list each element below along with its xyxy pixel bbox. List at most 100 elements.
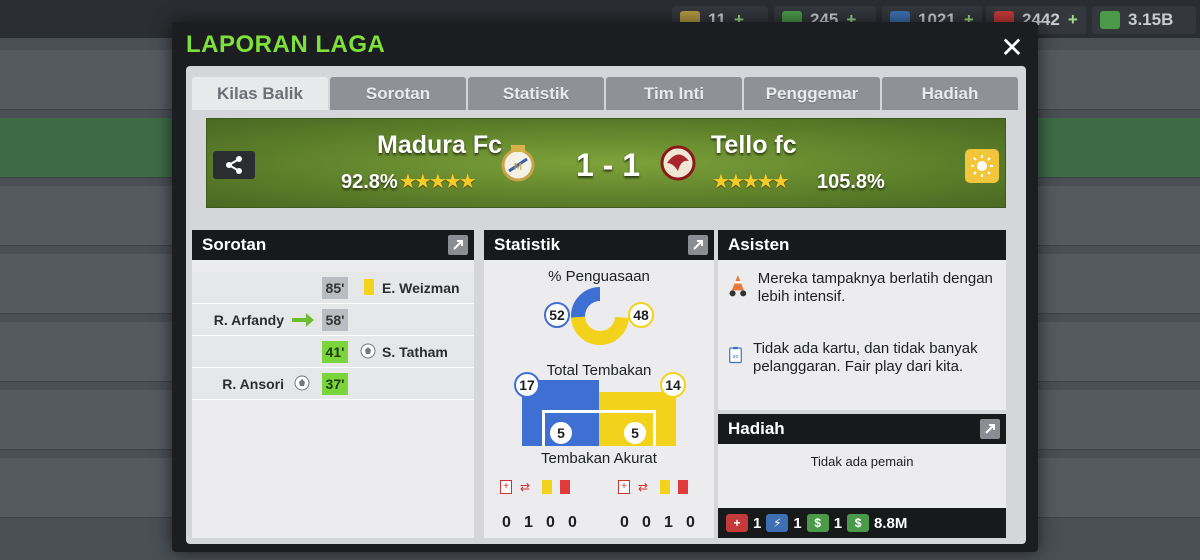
expand-icon [693, 240, 703, 250]
assistant-panel: Asisten Mereka tampaknya berlatih dengan… [718, 230, 1006, 410]
rewards-expand-button[interactable] [980, 419, 1000, 439]
on-target-label: Tembakan Akurat [541, 450, 657, 467]
home-team-name: Madura Fc [377, 131, 503, 159]
clipboard-tactics-icon: xo [729, 346, 742, 364]
on-target-away-value: 5 [622, 420, 648, 446]
home-injury-count: 0 [502, 514, 511, 531]
injury-icon: + [500, 480, 512, 494]
home-team-stars: ★★★★★ [399, 171, 477, 193]
away-sub-count: 0 [642, 514, 651, 531]
modal-title: LAPORAN LAGA [186, 31, 386, 58]
highlight-row: 41' S. Tatham [192, 336, 474, 368]
rewards-summary-bar: + 1 ⚡ 1 $ 1 $ 8.8M [718, 508, 1006, 538]
share-icon [226, 156, 242, 174]
stats-title: Statistik [494, 235, 561, 254]
share-button[interactable] [213, 151, 255, 179]
highlight-player: E. Weizman [382, 280, 460, 296]
tab-hadiah[interactable]: Hadiah [882, 77, 1018, 110]
assistant-message-text: Mereka tampaknya berlatih dengan lebih i… [757, 270, 993, 305]
assistant-message-text: Tidak ada kartu, dan tidak banyak pelang… [752, 340, 978, 375]
home-card-icons: + ⇄ [500, 480, 570, 494]
highlight-row: R. Ansori 37' [192, 368, 474, 400]
highlight-row: R. Arfandy 58' [192, 304, 474, 336]
substitution-arrow-icon [292, 313, 314, 327]
resource-money[interactable]: 3.15B [1092, 6, 1196, 34]
substitution-icon: ⇄ [638, 480, 649, 494]
svg-text:M: M [514, 162, 523, 173]
cash-icon: $ [806, 514, 829, 532]
away-yellow-count: 1 [664, 514, 673, 531]
stats-header: Statistik [484, 230, 714, 260]
away-card-icons: + ⇄ [618, 480, 688, 494]
away-team-name: Tello fc [711, 131, 797, 159]
energy-icon: ⚡ [766, 514, 789, 532]
highlight-row: 85' E. Weizman [192, 272, 474, 304]
possession-home-value: 52 [544, 302, 570, 328]
on-target-home-value: 5 [548, 420, 574, 446]
away-red-count: 0 [686, 514, 695, 531]
highlights-title: Sorotan [202, 235, 267, 254]
assistant-header: Asisten [718, 230, 1006, 260]
training-cone-icon [729, 275, 747, 297]
ball-icon [360, 343, 376, 359]
match-report-modal: LAPORAN LAGA ✕ Kilas Balik Sorotan Stati… [172, 22, 1038, 552]
substitution-icon: ⇄ [520, 480, 531, 494]
highlights-expand-button[interactable] [448, 235, 468, 255]
expand-icon [985, 424, 995, 434]
away-team-crest-icon [660, 145, 696, 181]
reward-energy-count: 1 [793, 514, 802, 532]
highlight-player: R. Ansori [222, 376, 284, 392]
score-banner: Madura Fc 92.8% ★★★★★ M 1 - 1 Tello fc ★… [206, 118, 1006, 208]
assistant-message-2: xo Tidak ada kartu, dan tidak banyak pel… [728, 340, 1006, 376]
money-icon [1100, 11, 1120, 29]
possession-donut [571, 287, 629, 345]
sun-icon [971, 155, 993, 177]
reward-medical-count: 1 [753, 514, 762, 532]
red-card-icon [678, 480, 688, 494]
away-team-rating: 105.8% [817, 171, 885, 193]
highlights-panel: Sorotan 85' E. Weizman R. Arfandy 58' 41… [192, 230, 474, 538]
resource-item-4-plus[interactable]: + [1068, 10, 1078, 30]
away-team-stars: ★★★★★ [712, 171, 790, 193]
tab-sorotan[interactable]: Sorotan [330, 77, 466, 110]
yellow-card-icon [660, 480, 670, 494]
highlight-player: R. Arfandy [213, 312, 284, 328]
svg-text:xo: xo [732, 354, 738, 360]
weather-button[interactable] [965, 149, 999, 183]
yellow-card-icon [364, 279, 374, 295]
modal-body: Kilas Balik Sorotan Statistik Tim Inti P… [186, 66, 1026, 544]
ball-icon [294, 375, 310, 391]
assistant-message-1: Mereka tampaknya berlatih dengan lebih i… [728, 270, 1006, 306]
home-team-rating: 92.8% [341, 171, 398, 193]
reward-money-amount: 8.8M [874, 514, 908, 532]
tab-kilas-balik[interactable]: Kilas Balik [192, 77, 328, 110]
home-team-crest-icon: M [501, 145, 535, 182]
highlight-minute: 37' [322, 373, 348, 395]
resource-money-value: 3.15B [1128, 10, 1174, 29]
red-card-icon [560, 480, 570, 494]
reward-cash-count: 1 [833, 514, 843, 532]
money-icon: $ [847, 514, 870, 532]
highlight-minute: 58' [322, 309, 348, 331]
stats-expand-button[interactable] [688, 235, 708, 255]
possession-away-value: 48 [628, 302, 654, 328]
highlight-player: S. Tatham [382, 344, 448, 360]
home-sub-count: 1 [524, 514, 533, 531]
highlight-minute: 85' [322, 277, 348, 299]
tab-tim-inti[interactable]: Tim Inti [606, 77, 742, 110]
home-yellow-count: 0 [546, 514, 555, 531]
shots-away-value: 14 [660, 372, 686, 398]
stats-panel: Statistik % Penguasaan 52 48 Total Temba… [484, 230, 714, 538]
tab-statistik[interactable]: Statistik [468, 77, 604, 110]
highlight-minute: 41' [322, 341, 348, 363]
assistant-title: Asisten [728, 235, 790, 254]
rewards-panel: Hadiah Tidak ada pemain + 1 ⚡ 1 $ 1 $ 8.… [718, 414, 1006, 538]
tab-penggemar[interactable]: Penggemar [744, 77, 880, 110]
match-score: 1 - 1 [575, 147, 641, 183]
home-red-count: 0 [568, 514, 577, 531]
close-button[interactable]: ✕ [996, 32, 1028, 64]
shots-home-value: 17 [514, 372, 540, 398]
injury-icon: + [618, 480, 630, 494]
yellow-card-icon [542, 480, 552, 494]
highlights-header: Sorotan [192, 230, 474, 260]
